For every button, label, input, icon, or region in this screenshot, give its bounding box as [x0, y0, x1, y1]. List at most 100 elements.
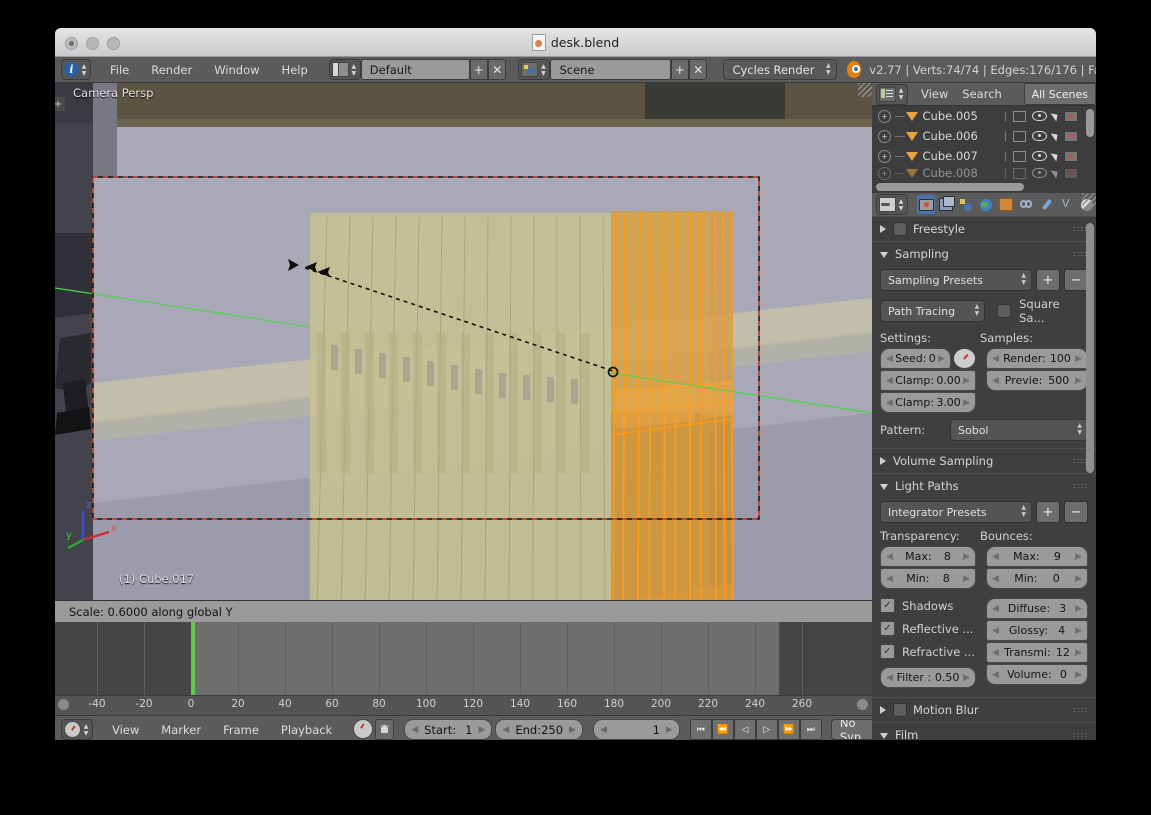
remove-preset-button[interactable]: − [1064, 269, 1088, 291]
end-frame-field[interactable]: ◀ End: 250 ▶ [495, 719, 583, 740]
menu-render[interactable]: Render [140, 63, 203, 77]
data-tab[interactable] [1058, 195, 1076, 214]
expand-toggle-icon[interactable]: + [878, 109, 891, 123]
panel-motion-blur[interactable]: Motion Blur :::: [872, 697, 1096, 722]
sampling-presets-select[interactable]: Sampling Presets ▲ ▼ [880, 269, 1032, 291]
render-engine-select[interactable]: Cycles Render ▲ ▼ [723, 59, 837, 80]
visibility-eye-icon[interactable] [1032, 111, 1047, 121]
render-samples-field[interactable]: ◀ Render: 100 ▶ [986, 348, 1088, 369]
renderability-camera-icon[interactable] [1064, 130, 1078, 142]
seed-field[interactable]: ◀ Seed: 0 ▶ [880, 348, 951, 369]
increment-arrow-icon[interactable]: ▶ [963, 376, 970, 386]
selectability-cursor-icon[interactable] [1050, 130, 1061, 142]
outliner-menu-view[interactable]: View [914, 87, 955, 101]
remove-integrator-preset-button[interactable]: − [1064, 501, 1088, 523]
increment-arrow-icon[interactable]: ▶ [963, 398, 970, 408]
lock-icon[interactable] [375, 719, 395, 740]
increment-arrow-icon[interactable]: ▶ [1075, 670, 1082, 680]
mesh-data-icon[interactable] [1013, 150, 1026, 162]
modifiers-tab[interactable] [1038, 195, 1056, 214]
preview-samples-field[interactable]: ◀ Previe: 500 ▶ [986, 370, 1088, 391]
viewport-toolshelf-toggle[interactable]: + [55, 97, 65, 111]
reflective-checkbox[interactable]: ✓ [880, 621, 895, 636]
increment-arrow-icon[interactable]: ▶ [1075, 604, 1082, 614]
increment-arrow-icon[interactable]: ▶ [1075, 574, 1082, 584]
expand-toggle-icon[interactable]: + [878, 129, 891, 143]
renderability-camera-icon[interactable] [1064, 110, 1078, 122]
timeline-scroll-left-handle[interactable] [58, 699, 69, 710]
mesh-data-icon[interactable] [1013, 167, 1026, 179]
increment-arrow-icon[interactable]: ▶ [963, 552, 970, 562]
editor-type-selector[interactable]: i ▲ ▼ [61, 59, 91, 80]
decrement-arrow-icon[interactable]: ◀ [992, 552, 999, 562]
timeline-playhead[interactable] [191, 622, 196, 695]
next-keyframe-button[interactable]: ⏩ [777, 719, 800, 740]
add-scene-button[interactable]: + [670, 59, 689, 80]
editor-type-selector[interactable]: ▲ ▼ [61, 719, 93, 740]
add-integrator-preset-button[interactable]: + [1036, 501, 1060, 523]
panel-light-paths[interactable]: Light Paths :::: [872, 473, 1096, 498]
pattern-select[interactable]: Sobol ▲ ▼ [950, 419, 1088, 441]
selectability-cursor-icon[interactable] [1050, 110, 1061, 122]
timeline-scroll-right-handle[interactable] [857, 699, 868, 710]
scene-name[interactable]: Scene [550, 59, 671, 80]
decrement-arrow-icon[interactable]: ◀ [600, 725, 607, 735]
menu-window[interactable]: Window [203, 63, 270, 77]
material-tab[interactable] [1078, 195, 1096, 214]
jump-to-start-button[interactable]: ⏮ [689, 719, 712, 740]
bounces-min-field[interactable]: ◀ Min: 0 ▶ [986, 568, 1088, 589]
jump-to-end-button[interactable]: ⏭ [799, 719, 822, 740]
outliner-vertical-scrollbar[interactable] [1086, 109, 1094, 137]
scene-tab[interactable] [957, 195, 975, 214]
increment-arrow-icon[interactable]: ▶ [963, 673, 970, 683]
visibility-eye-icon[interactable] [1032, 168, 1047, 178]
selectability-cursor-icon[interactable] [1050, 150, 1061, 162]
timeline-track[interactable] [55, 622, 872, 695]
decrement-arrow-icon[interactable]: ◀ [886, 354, 893, 364]
mesh-data-icon[interactable] [1013, 110, 1026, 122]
panel-sampling[interactable]: Sampling :::: [872, 241, 1096, 266]
decrement-arrow-icon[interactable]: ◀ [992, 670, 999, 680]
delete-scene-button[interactable]: ✕ [689, 59, 708, 80]
decrement-arrow-icon[interactable]: ◀ [992, 604, 999, 614]
decrement-arrow-icon[interactable]: ◀ [992, 574, 999, 584]
menu-help[interactable]: Help [271, 63, 319, 77]
play-button[interactable]: ▷ [755, 719, 778, 740]
delete-screen-button[interactable]: ✕ [488, 59, 507, 80]
editor-type-selector[interactable]: ▲ ▼ [876, 194, 908, 215]
start-frame-field[interactable]: ◀ Start: 1 ▶ [404, 719, 493, 740]
increment-arrow-icon[interactable]: ▶ [1075, 552, 1082, 562]
increment-arrow-icon[interactable]: ▶ [938, 354, 945, 364]
auto-keyframe-button[interactable] [353, 719, 374, 739]
diffuse-bounces-field[interactable]: ◀ Diffuse: 3 ▶ [986, 598, 1088, 619]
decrement-arrow-icon[interactable]: ◀ [886, 552, 893, 562]
outliner-row[interactable]: + — Cube.006 | [872, 126, 1096, 146]
add-screen-button[interactable]: + [469, 59, 489, 80]
clamp-indirect-field[interactable]: ◀ Clamp: 3.00 ▶ [880, 392, 976, 413]
visibility-eye-icon[interactable] [1032, 131, 1047, 141]
transparency-max-field[interactable]: ◀ Max: 8 ▶ [880, 546, 976, 567]
increment-arrow-icon[interactable]: ▶ [1075, 626, 1082, 636]
decrement-arrow-icon[interactable]: ◀ [992, 354, 999, 364]
renderability-camera-icon[interactable] [1064, 167, 1078, 179]
decrement-arrow-icon[interactable]: ◀ [992, 648, 999, 658]
constraints-tab[interactable] [1018, 195, 1036, 214]
decrement-arrow-icon[interactable]: ◀ [992, 626, 999, 636]
panel-film[interactable]: Film :::: [872, 722, 1096, 740]
increment-arrow-icon[interactable]: ▶ [666, 725, 673, 735]
outliner-row[interactable]: + — Cube.007 | [872, 146, 1096, 166]
screen-layout-selector[interactable]: ▲ ▼ [328, 59, 361, 80]
increment-arrow-icon[interactable]: ▶ [1075, 354, 1082, 364]
decrement-arrow-icon[interactable]: ◀ [886, 398, 893, 408]
expand-toggle-icon[interactable]: + [878, 166, 891, 180]
editor-type-selector[interactable]: ▲ ▼ [876, 83, 908, 105]
decrement-arrow-icon[interactable]: ◀ [886, 673, 893, 683]
reflective-row[interactable]: ✓ Reflective ... [880, 621, 976, 636]
outliner-editor[interactable]: ▲ ▼ View Search All Scenes + — Cube.005 | + — C… [872, 83, 1096, 193]
refractive-row[interactable]: ✓ Refractive ... [880, 644, 976, 659]
shadows-row[interactable]: ✓ Shadows [880, 598, 976, 613]
properties-editor[interactable]: ▲ ▼ V Freestyle:::: Sampling:::: Sampl… [872, 193, 1096, 740]
play-reverse-button[interactable]: ◁ [733, 719, 756, 740]
filter-glossy-field[interactable]: ◀ Filter : 0.50 ▶ [880, 667, 976, 688]
timeline-menu-marker[interactable]: Marker [150, 723, 212, 737]
